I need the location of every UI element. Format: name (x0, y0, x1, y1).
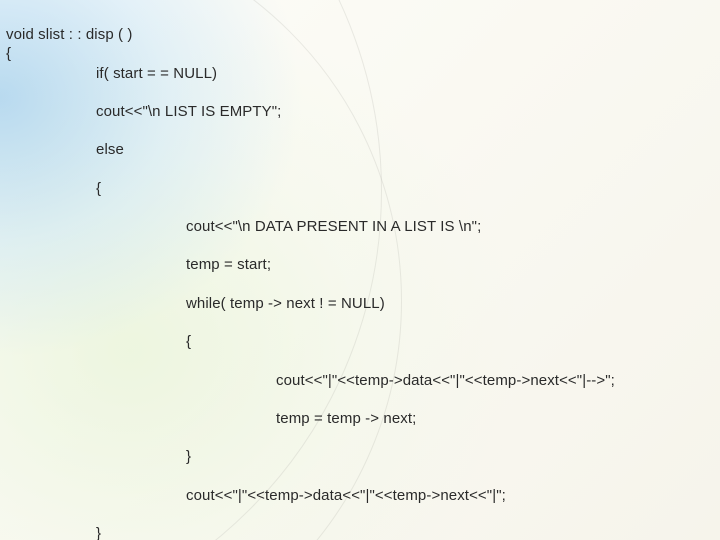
code-line: void slist : : disp ( ) (6, 26, 133, 43)
code-line: temp = start; (6, 255, 714, 274)
code-line: if( start = = NULL) (6, 64, 714, 83)
code-line: cout<<"\n DATA PRESENT IN A LIST IS \n"; (6, 217, 714, 236)
code-line: { (6, 179, 714, 198)
code-line: temp = temp -> next; (6, 409, 714, 428)
code-line: cout<<"\n LIST IS EMPTY"; (6, 102, 714, 121)
slide-background: void slist : : disp ( ) { if( start = = … (0, 0, 720, 540)
code-block: void slist : : disp ( ) { if( start = = … (6, 6, 714, 540)
code-line: } (6, 447, 714, 466)
code-line: else (6, 140, 714, 159)
code-line: cout<<"|"<<temp->data<<"|"<<temp->next<<… (6, 371, 714, 390)
code-line: { (6, 332, 714, 351)
code-line: } (6, 524, 714, 540)
code-line: while( temp -> next ! = NULL) (6, 294, 714, 313)
code-line: { (6, 45, 11, 62)
code-line: cout<<"|"<<temp->data<<"|"<<temp->next<<… (6, 486, 714, 505)
